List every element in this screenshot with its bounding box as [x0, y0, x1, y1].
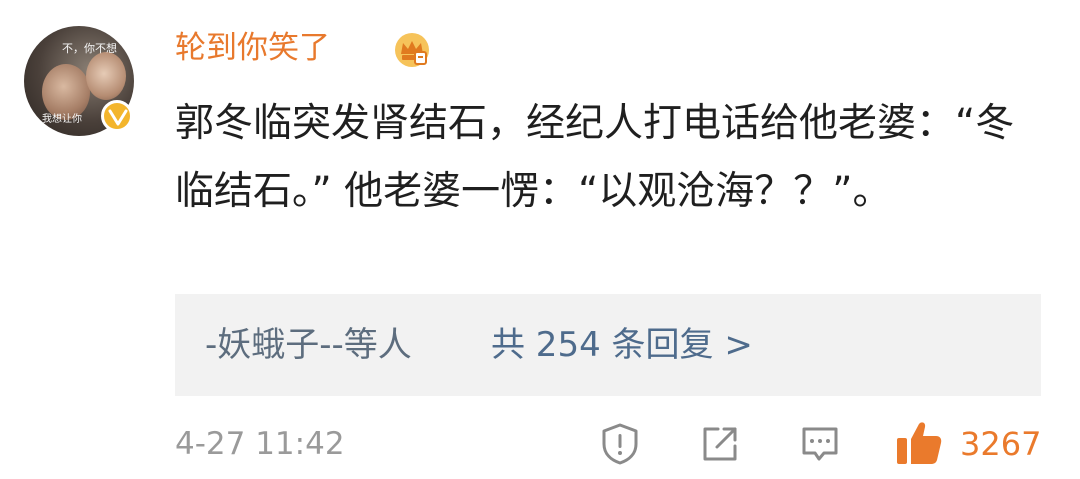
avatar-photo-face	[86, 52, 126, 100]
view-replies-link[interactable]: 共 254 条回复 >	[491, 322, 753, 368]
avatar-caption-bottom: 我想让你	[42, 114, 82, 125]
timestamp: 4-27 11:42	[175, 426, 345, 462]
thumbs-up-icon	[897, 422, 942, 464]
share-arrow-icon	[703, 427, 737, 461]
comment-bubble-icon	[802, 427, 838, 461]
comment-button[interactable]	[798, 422, 842, 466]
share-button[interactable]	[698, 422, 742, 466]
like-count: 3267	[960, 425, 1042, 463]
crown-badge-icon[interactable]	[392, 30, 432, 70]
verified-v-icon	[101, 100, 133, 132]
comment-text: 郭冬临突发肾结石，经纪人打电话给他老婆：“冬临结石。” 他老婆一愣：“以观沧海？…	[175, 101, 1015, 214]
report-warning-icon	[602, 423, 638, 465]
report-button[interactable]	[598, 422, 642, 466]
reply-users: -妖蛾子--等人	[205, 325, 412, 365]
like-button[interactable]	[894, 418, 944, 468]
avatar-caption-top: 不，你不想	[62, 42, 117, 55]
username[interactable]: 轮到你笑了	[175, 28, 330, 68]
replies-summary[interactable]: -妖蛾子--等人 共 254 条回复 >	[175, 294, 1041, 396]
